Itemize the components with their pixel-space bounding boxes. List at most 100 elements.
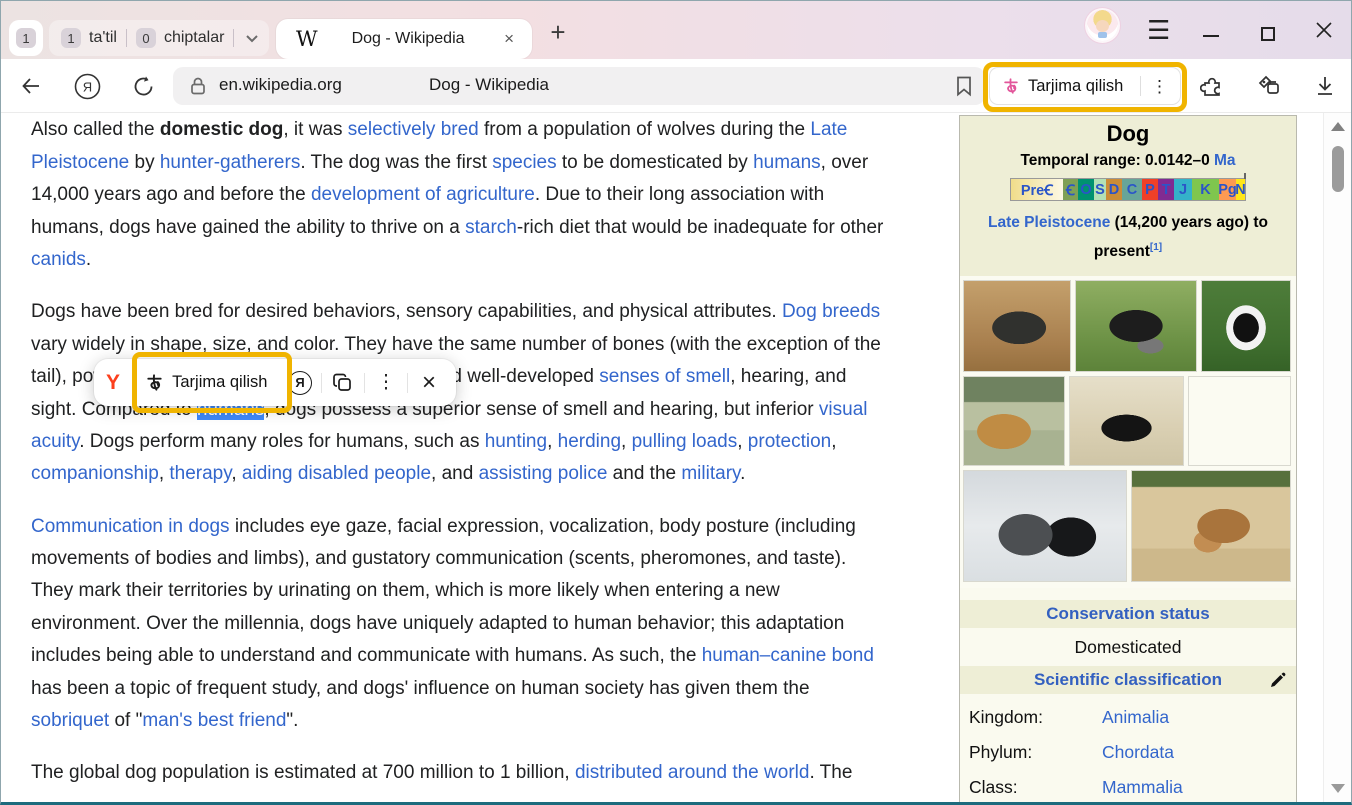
article-link[interactable]: human–canine bond <box>702 645 874 666</box>
reload-icon[interactable] <box>129 72 157 100</box>
tab-counter-chiptalar[interactable]: 0chiptalar <box>136 28 224 48</box>
popup-menu-icon[interactable]: ⋮ <box>371 373 401 392</box>
article-text: -rich diet that would be inadequate for … <box>517 217 884 238</box>
article-link[interactable]: herding <box>558 431 621 452</box>
scrollbar-thumb[interactable] <box>1332 146 1344 192</box>
avatar[interactable] <box>1087 10 1118 41</box>
toolbar: Я en.wikipedia.org Dog - Wikipedia Tarji… <box>1 59 1351 113</box>
article-link[interactable]: therapy <box>169 463 231 484</box>
article-link[interactable]: hunter-gatherers <box>160 152 300 173</box>
timeline-period-D[interactable]: D <box>1106 179 1122 200</box>
tab-close-icon[interactable]: × <box>500 27 518 51</box>
password-manager-icon[interactable] <box>1255 72 1283 100</box>
chevron-down-icon[interactable] <box>245 32 257 44</box>
photo-jack-russell-terrier[interactable] <box>1188 376 1291 466</box>
timeline-period-Ꞓ[interactable]: Ꞓ <box>1063 179 1078 200</box>
article-text: vary widely in shape, size, and color. T… <box>31 334 881 355</box>
timeline-period-S[interactable]: S <box>1094 179 1106 200</box>
new-tab-button[interactable]: + <box>543 17 573 47</box>
close-window-icon[interactable] <box>1313 19 1335 41</box>
reference-link[interactable]: [1] <box>1150 242 1162 253</box>
taxon-link[interactable]: Mammalia <box>1102 777 1183 798</box>
photo-dark-merle-dog[interactable] <box>963 280 1071 372</box>
late-pleistocene-link[interactable]: Late Pleistocene <box>988 214 1110 231</box>
timeline-period-PreꞒ[interactable]: PreꞒ <box>1011 179 1063 200</box>
article-link[interactable]: protection <box>748 431 831 452</box>
photo-japanese-chin[interactable] <box>1201 280 1291 372</box>
timeline-period-P[interactable]: P <box>1142 179 1158 200</box>
translate-button[interactable]: Tarjima qilish ⋮ <box>989 67 1181 105</box>
article-link[interactable]: sobriquet <box>31 710 109 731</box>
paragraph: The global dog population is estimated a… <box>31 762 956 794</box>
article-link[interactable]: humans <box>753 152 821 173</box>
copy-icon[interactable] <box>328 372 358 394</box>
article-link[interactable]: species <box>492 152 556 173</box>
scroll-up-arrow-icon[interactable] <box>1331 122 1345 131</box>
yandex-search-icon[interactable]: Я <box>285 371 315 395</box>
photo-sled-dogs-snow[interactable] <box>963 470 1127 582</box>
popup-translate-button[interactable]: Tarjima qilish <box>145 373 269 392</box>
article-link[interactable]: canids <box>31 249 86 270</box>
article-link[interactable]: Pleistocene <box>31 152 129 173</box>
article-link[interactable]: starch <box>465 217 517 238</box>
article-link[interactable]: companionship <box>31 463 159 484</box>
article-link[interactable]: military <box>681 463 740 484</box>
scroll-down-arrow-icon[interactable] <box>1331 784 1345 793</box>
article-link[interactable]: hunting <box>485 431 547 452</box>
timeline-period-K[interactable]: K <box>1192 179 1219 200</box>
timeline-period-N[interactable]: N <box>1236 179 1245 200</box>
address-bar[interactable]: en.wikipedia.org Dog - Wikipedia <box>173 67 985 105</box>
maximize-icon[interactable] <box>1261 27 1275 41</box>
timeline-period-Pg[interactable]: Pg <box>1219 179 1236 200</box>
article-link[interactable]: aiding disabled people <box>242 463 431 484</box>
photo-black-white-dog-grass[interactable] <box>1075 280 1197 372</box>
extensions-icon[interactable] <box>1199 72 1227 100</box>
photo-black-lab-snow[interactable] <box>1069 376 1184 466</box>
article-link[interactable]: assisting police <box>479 463 608 484</box>
article-link[interactable]: acuity <box>31 431 79 452</box>
timeline-period-T[interactable]: T <box>1158 179 1174 200</box>
article-link[interactable]: Late <box>810 119 847 140</box>
article-link[interactable]: development of agriculture <box>311 184 535 205</box>
scrollbar[interactable] <box>1323 113 1351 802</box>
downloads-icon[interactable] <box>1311 72 1339 100</box>
article-text: of " <box>109 710 142 731</box>
tab-dog-wikipedia[interactable]: W Dog - Wikipedia × <box>276 19 532 59</box>
ma-link[interactable]: Ma <box>1214 152 1236 169</box>
photo-golden-retriever-water[interactable] <box>963 376 1065 466</box>
article-link[interactable]: selectively bred <box>348 119 479 140</box>
bookmark-icon[interactable] <box>955 75 973 97</box>
yandex-services-icon[interactable]: Я <box>73 72 101 100</box>
article-text: from a population of wolves during the <box>479 119 811 140</box>
geologic-timescale[interactable]: PreꞒꞒOSDCPTJKPgN <box>1010 178 1246 201</box>
back-icon[interactable] <box>17 72 45 100</box>
timeline-period-J[interactable]: J <box>1174 179 1192 200</box>
timeline-period-O[interactable]: O <box>1078 179 1094 200</box>
edit-icon[interactable] <box>1269 672 1286 689</box>
translate-menu-icon[interactable]: ⋮ <box>1151 78 1168 95</box>
taxon-link[interactable]: Animalia <box>1102 707 1169 728</box>
tab-counter-ta'til[interactable]: 1ta'til <box>61 28 117 48</box>
article-text: Dog (Canis familiaris or Canis lupus fam… <box>31 113 956 802</box>
conservation-status-value: Domesticated <box>960 628 1296 664</box>
popup-close-icon[interactable]: × <box>414 369 444 397</box>
article-link[interactable]: man's best friend <box>142 710 286 731</box>
article-link[interactable]: senses of smell <box>599 366 730 387</box>
article-link[interactable]: Dog breeds <box>782 301 880 322</box>
article-link[interactable]: distributed around the world <box>575 762 809 783</box>
url-domain[interactable]: en.wikipedia.org <box>219 75 342 95</box>
timeline-period-C[interactable]: C <box>1122 179 1142 200</box>
tab-counters[interactable]: 1ta'til 0chiptalar <box>49 20 269 56</box>
page-content: Dog (Canis familiaris or Canis lupus fam… <box>1 113 1351 802</box>
article-text: includes eye gaze, facial expression, vo… <box>230 516 856 537</box>
tab-group-pill[interactable]: 1 <box>9 20 43 56</box>
menu-icon[interactable]: ☰ <box>1147 15 1170 46</box>
article-link[interactable]: pulling loads <box>632 431 738 452</box>
rank-label: Phylum: <box>960 742 1102 763</box>
photo-dogs-beach[interactable] <box>1131 470 1291 582</box>
taxon-link[interactable]: Chordata <box>1102 742 1174 763</box>
article-text: environment. Over the millennia, dogs ha… <box>31 613 844 634</box>
minimize-icon[interactable] <box>1203 35 1219 37</box>
article-link[interactable]: Communication in dogs <box>31 516 230 537</box>
article-link[interactable]: visual <box>819 399 868 420</box>
